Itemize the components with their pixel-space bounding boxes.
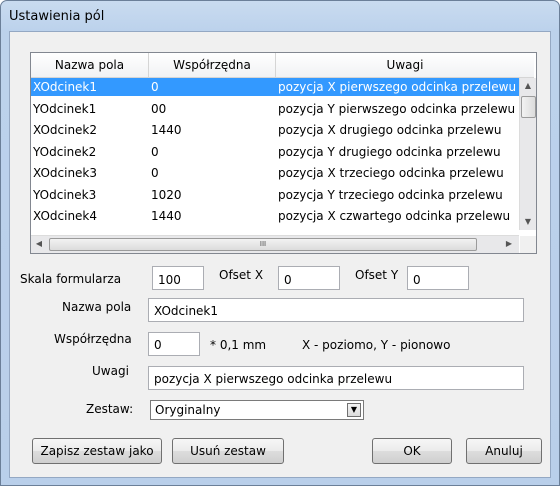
column-header-nazwa[interactable]: Nazwa pola [31,53,149,77]
scroll-corner [520,236,536,253]
notes-label: Uwagi [92,364,129,378]
vertical-scrollbar[interactable]: ▲ ▼ [519,78,536,230]
cell-coordinate: 1020 [151,187,182,202]
title-bar[interactable]: Ustawienia pól [1,1,559,31]
cell-notes: pozycja X czwartego odcinka przelewu [278,209,511,223]
cell-coordinate: 00 [151,101,167,116]
offset-x-input[interactable]: 0 [278,266,340,290]
offset-y-label: Ofset Y [355,268,399,282]
field-name-input[interactable]: XOdcinek1 [148,298,524,322]
fields-table: Nazwa pola Współrzędna Uwagi XOdcinek1 0 p… [30,52,537,254]
coordinate-unit: * 0,1 mm [210,338,267,352]
column-header-wspolrzedna[interactable]: Współrzędna [149,53,276,77]
column-header-uwagi[interactable]: Uwagi [276,53,534,77]
set-select[interactable]: Oryginalny ▼ [150,400,364,420]
save-set-as-button[interactable]: Zapisz zestaw jako [32,438,162,464]
coordinate-input[interactable]: 0 [148,332,200,356]
table-row[interactable]: YOdcinek3 1020 pozycja Y trzeciego odcinka… [31,186,519,204]
cell-coordinate: 0 [151,80,159,94]
cell-name: YOdcinek2 [33,144,97,159]
cell-name: YOdcinek1 [33,101,97,116]
field-name-label: Nazwa pola [62,300,132,314]
scroll-right-icon[interactable]: ▶ [501,236,517,252]
cell-notes: pozycja X trzeciego odcinka przelewu [278,166,504,180]
coordinate-label: Współrzędna [54,332,132,346]
cell-coordinate: 0 [151,166,159,180]
table-row[interactable]: YOdcinek1 00 pozycja Y pierwszego odcinka … [31,100,519,118]
horizontal-scrollbar[interactable]: ◀ III ▶ [31,235,519,253]
coordinate-hint: X - poziomo, Y - pionowo [302,338,451,352]
scroll-left-icon[interactable]: ◀ [31,236,47,252]
dialog-client-area: Nazwa pola Współrzędna Uwagi XOdcinek1 0 p… [9,31,551,478]
chevron-down-icon[interactable]: ▼ [347,403,361,417]
cancel-button[interactable]: Anuluj [466,438,542,464]
window-title: Ustawienia pól [9,9,105,24]
cell-notes: pozycja X drugiego odcinka przelewu [278,123,502,137]
scroll-down-icon[interactable]: ▼ [520,214,536,230]
notes-input[interactable]: pozycja X pierwszego odcinka przelewu [148,366,524,390]
cell-coordinate: 1440 [151,123,182,137]
cell-name: XOdcinek4 [33,209,98,223]
offset-y-input[interactable]: 0 [407,266,469,290]
vertical-scroll-thumb[interactable] [521,96,536,118]
delete-set-button[interactable]: Usuń zestaw [172,438,284,464]
horizontal-scroll-thumb[interactable]: III [49,238,477,251]
cell-coordinate: 1440 [151,209,182,223]
table-row[interactable]: YOdcinek2 0 pozycja Y drugiego odcinka prz… [31,143,519,161]
cell-name: XOdcinek3 [33,166,98,180]
table-row[interactable]: XOdcinek4 1440 pozycja X czwartego odcinka… [31,207,519,225]
set-select-value: Oryginalny [155,403,221,417]
cell-notes: pozycja X pierwszego odcinka przelewu [278,80,517,94]
cell-notes: pozycja Y pierwszego odcinka przelewu [278,101,516,116]
table-row[interactable]: XOdcinek1 0 pozycja X pierwszego odcinka p… [31,78,519,96]
scale-input[interactable]: 100 [152,266,204,290]
scale-label: Skala formularza [20,272,122,286]
cell-name: YOdcinek3 [33,187,97,202]
cell-coordinate: 0 [151,144,159,159]
cell-notes: pozycja Y trzeciego odcinka przelewu [278,187,503,202]
cell-name: XOdcinek1 [33,80,98,94]
ok-button[interactable]: OK [372,438,452,464]
table-row[interactable]: XOdcinek2 1440 pozycja X drugiego odcinka … [31,121,519,139]
table-header: Nazwa pola Współrzędna Uwagi [31,53,534,78]
set-label: Zestaw: [86,402,134,416]
settings-dialog: Ustawienia pól Nazwa pola Współrzędna Uw… [0,0,560,486]
offset-x-label: Ofset X [219,268,264,282]
table-row[interactable]: XOdcinek3 0 pozycja X trzeciego odcinka pr… [31,164,519,182]
cell-notes: pozycja Y drugiego odcinka przelewu [278,144,501,159]
scroll-up-icon[interactable]: ▲ [520,78,536,94]
table-body: XOdcinek1 0 pozycja X pierwszego odcinka p… [31,78,519,230]
cell-name: XOdcinek2 [33,123,98,137]
